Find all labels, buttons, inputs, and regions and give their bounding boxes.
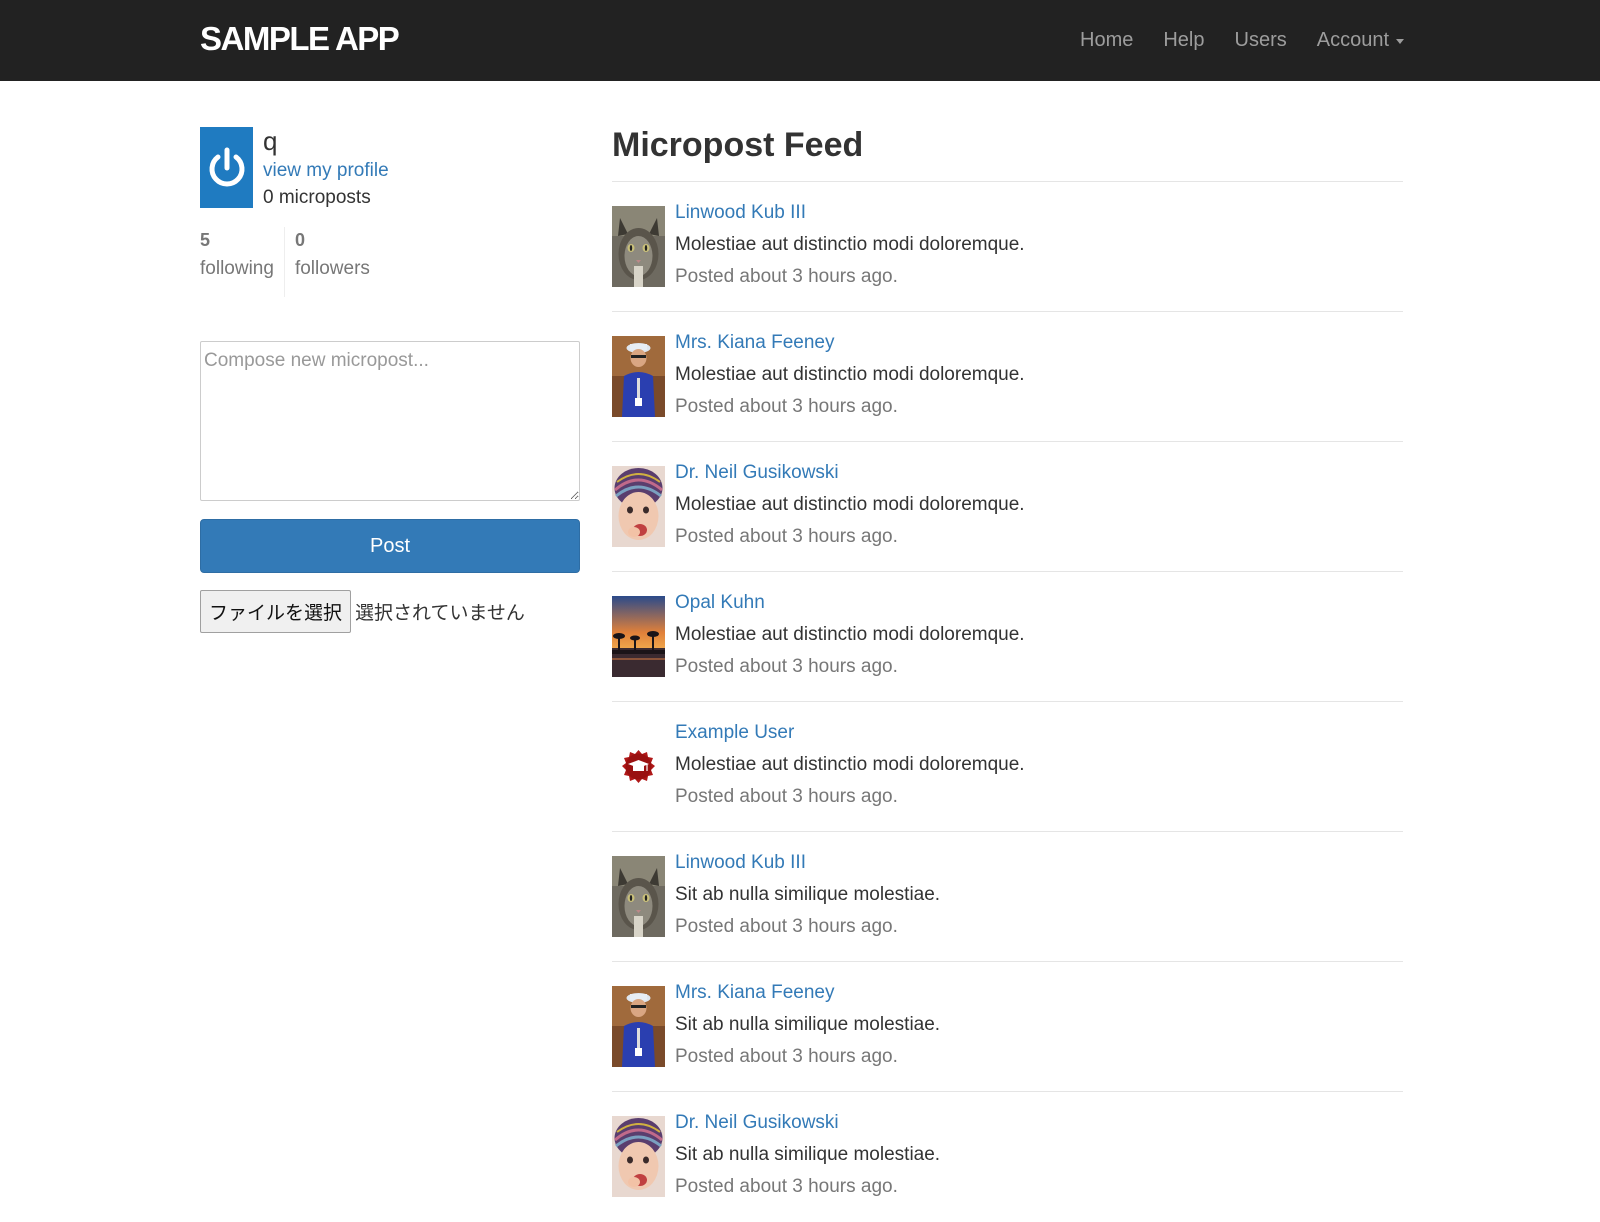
feed-user-link[interactable]: Mrs. Kiana Feeney bbox=[675, 331, 834, 355]
badge-avatar[interactable] bbox=[612, 726, 665, 807]
micropost-form: Post ファイルを選択 選択されていません bbox=[200, 341, 580, 633]
following-label: following bbox=[200, 258, 274, 279]
nav-account-label: Account bbox=[1316, 29, 1389, 51]
view-profile-link[interactable]: view my profile bbox=[263, 160, 389, 182]
feed-item: Example User Molestiae aut distinctio mod… bbox=[612, 702, 1403, 832]
feed-user-link[interactable]: Example User bbox=[675, 721, 794, 745]
feed-timestamp: Posted about 3 hours ago. bbox=[675, 786, 898, 807]
nav-help-link[interactable]: Help bbox=[1163, 29, 1204, 52]
sunset-avatar[interactable] bbox=[612, 596, 665, 677]
following-stat-link[interactable]: 5 following bbox=[200, 227, 285, 297]
person-avatar[interactable] bbox=[612, 336, 665, 417]
feed-content: Molestiae aut distinctio modi doloremque… bbox=[675, 624, 1025, 645]
feed-user-link[interactable]: Linwood Kub III bbox=[675, 201, 806, 225]
following-count: 5 bbox=[200, 230, 211, 250]
feed-list: Linwood Kub III Molestiae aut distinctio … bbox=[612, 182, 1403, 1222]
nav-account-dropdown[interactable]: Account bbox=[1317, 29, 1404, 52]
followers-label: followers bbox=[294, 258, 370, 279]
user-gravatar[interactable] bbox=[200, 127, 253, 208]
feed-item: Linwood Kub III Molestiae aut distinctio … bbox=[612, 182, 1403, 312]
feed-timestamp: Posted about 3 hours ago. bbox=[675, 656, 898, 677]
file-input: ファイルを選択 選択されていません bbox=[200, 590, 580, 633]
cat-avatar[interactable] bbox=[612, 206, 665, 287]
feed-content: Sit ab nulla similique molestiae. bbox=[675, 1014, 941, 1035]
nav-home-link[interactable]: Home bbox=[1080, 29, 1133, 52]
feed-item: Opal Kuhn Molestiae aut distinctio modi d… bbox=[612, 572, 1403, 702]
user-info: q view my profile 0 microposts bbox=[200, 127, 580, 217]
feed-content: Molestiae aut distinctio modi doloremque… bbox=[675, 234, 1025, 255]
feed-timestamp: Posted about 3 hours ago. bbox=[675, 916, 898, 937]
followers-count: 0 bbox=[294, 230, 305, 250]
feed-timestamp: Posted about 3 hours ago. bbox=[675, 1176, 898, 1197]
feed-item: Mrs. Kiana Feeney Molestiae aut distincti… bbox=[612, 312, 1403, 442]
user-name: q bbox=[263, 126, 278, 156]
power-icon bbox=[209, 147, 244, 186]
caret-down-icon bbox=[1396, 39, 1404, 44]
feed-item: Dr. Neil Gusikowski Sit ab nulla similiqu… bbox=[612, 1092, 1403, 1222]
feed-content: Molestiae aut distinctio modi doloremque… bbox=[675, 754, 1025, 775]
feed-user-link[interactable]: Dr. Neil Gusikowski bbox=[675, 461, 839, 485]
feed-item: Linwood Kub III Sit ab nulla similique mo… bbox=[612, 832, 1403, 962]
feed-content: Molestiae aut distinctio modi doloremque… bbox=[675, 494, 1025, 515]
feed-user-link[interactable]: Linwood Kub III bbox=[675, 851, 806, 875]
person-avatar[interactable] bbox=[612, 986, 665, 1067]
feed-content: Sit ab nulla similique molestiae. bbox=[675, 884, 941, 905]
feed-content: Molestiae aut distinctio modi doloremque… bbox=[675, 364, 1025, 385]
feed-item: Dr. Neil Gusikowski Molestiae aut distinc… bbox=[612, 442, 1403, 572]
nav-links: Home Help Users Account bbox=[1050, 0, 1404, 81]
user-stats: 5 following 0 followers bbox=[200, 227, 580, 297]
cat-avatar[interactable] bbox=[612, 856, 665, 937]
micropost-feed: Micropost Feed Linwood Kub III Molestiae … bbox=[612, 120, 1403, 1222]
choose-file-button[interactable]: ファイルを選択 bbox=[200, 590, 352, 633]
nav-users-link[interactable]: Users bbox=[1235, 29, 1287, 52]
feed-timestamp: Posted about 3 hours ago. bbox=[675, 526, 898, 547]
feed-item: Mrs. Kiana Feeney Sit ab nulla similique … bbox=[612, 962, 1403, 1092]
child-avatar[interactable] bbox=[612, 1116, 665, 1197]
feed-timestamp: Posted about 3 hours ago. bbox=[675, 396, 898, 417]
feed-user-link[interactable]: Dr. Neil Gusikowski bbox=[675, 1111, 839, 1135]
followers-stat-link[interactable]: 0 followers bbox=[285, 227, 370, 297]
feed-timestamp: Posted about 3 hours ago. bbox=[675, 1046, 898, 1067]
post-button[interactable]: Post bbox=[200, 519, 580, 573]
micropost-count: 0 microposts bbox=[263, 187, 371, 208]
feed-timestamp: Posted about 3 hours ago. bbox=[675, 266, 898, 287]
feed-user-link[interactable]: Mrs. Kiana Feeney bbox=[675, 981, 834, 1005]
file-status-text: 選択されていません bbox=[355, 602, 525, 624]
sidebar: q view my profile 0 microposts 5 followi… bbox=[200, 127, 580, 633]
feed-content: Sit ab nulla similique molestiae. bbox=[675, 1144, 941, 1165]
feed-title: Micropost Feed bbox=[612, 120, 1403, 182]
feed-user-link[interactable]: Opal Kuhn bbox=[675, 591, 765, 615]
brand-logo-link[interactable]: SAMPLE APP bbox=[200, 18, 400, 60]
navbar: SAMPLE APP Home Help Users Account bbox=[0, 0, 1600, 81]
child-avatar[interactable] bbox=[612, 466, 665, 547]
compose-micropost-textarea[interactable] bbox=[200, 341, 580, 501]
